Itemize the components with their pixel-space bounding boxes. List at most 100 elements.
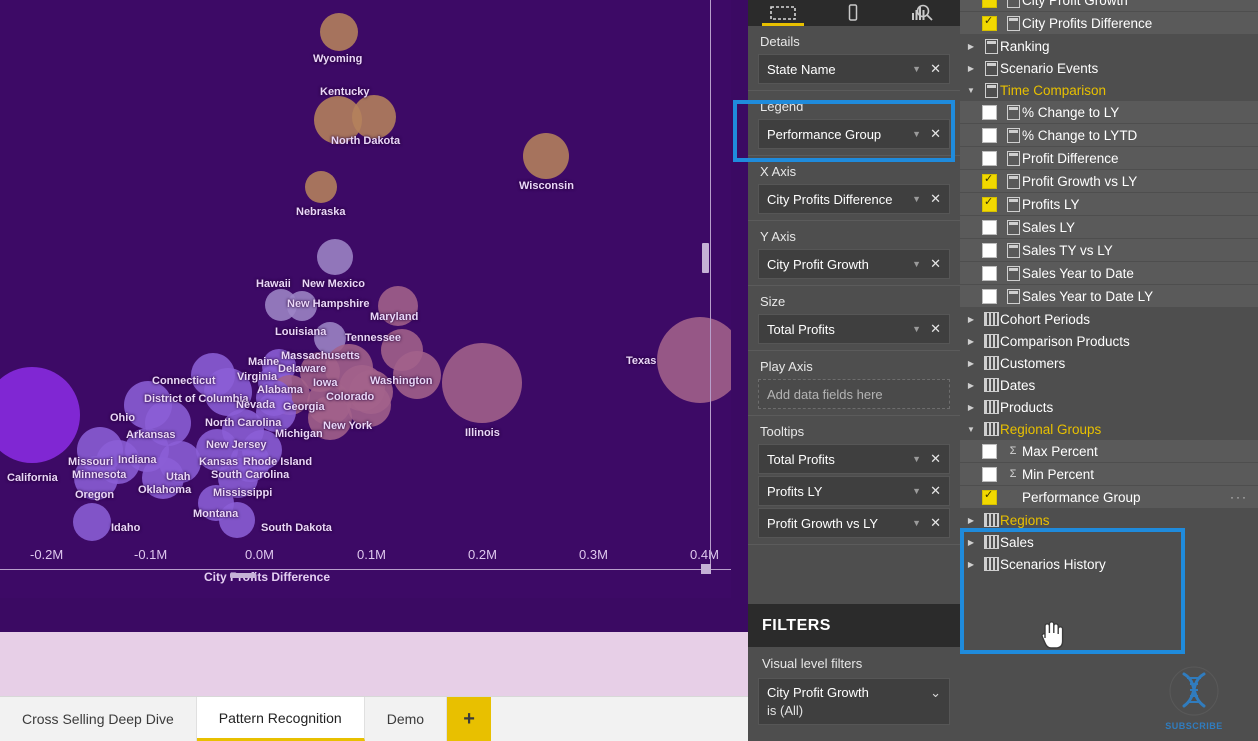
chevron-down-icon[interactable]: ▼: [905, 518, 928, 528]
field-list-item-regional-groups[interactable]: ▼ Regional Groups: [960, 418, 1258, 440]
field-checkbox[interactable]: [982, 150, 997, 166]
chevron-down-icon[interactable]: ▼: [905, 259, 928, 269]
field-chip[interactable]: City Profit Growth ▼ ✕: [758, 249, 950, 279]
chevron-down-icon[interactable]: ▼: [905, 129, 928, 139]
remove-field-icon[interactable]: ✕: [928, 191, 949, 207]
chevron-down-icon[interactable]: ▼: [905, 194, 928, 204]
field-drop-zone[interactable]: Add data fields here: [758, 379, 950, 409]
chevron-down-icon[interactable]: ⌄: [930, 685, 941, 701]
tab-format[interactable]: [818, 0, 888, 26]
field-list-item-dates[interactable]: ▶ Dates: [960, 374, 1258, 396]
bubble-point[interactable]: [352, 95, 396, 139]
field-list-item-ranking[interactable]: ▶ Ranking: [960, 35, 1258, 57]
filter-card-city-profit-growth[interactable]: City Profit Growth is (All) ⌄: [758, 678, 950, 725]
field-checkbox[interactable]: [982, 0, 997, 8]
field-chip[interactable]: City Profits Difference ▼ ✕: [758, 184, 950, 214]
field-checkbox[interactable]: [982, 288, 997, 304]
field-list-item-sales-ty-vs-ly[interactable]: Sales TY vs LY: [960, 239, 1258, 262]
field-chip[interactable]: Total Profits ▼ ✕: [758, 444, 950, 474]
field-list-item-products[interactable]: ▶ Products: [960, 396, 1258, 418]
remove-field-icon[interactable]: ✕: [928, 515, 949, 531]
page-tab-cross-selling-deep-dive[interactable]: Cross Selling Deep Dive: [0, 697, 197, 741]
chevron-right-icon[interactable]: ▶: [960, 560, 982, 569]
field-list-item-sales-ly[interactable]: Sales LY: [960, 216, 1258, 239]
field-checkbox[interactable]: [982, 466, 997, 482]
field-list-item-profit-difference[interactable]: Profit Difference: [960, 147, 1258, 170]
chevron-right-icon[interactable]: ▶: [960, 403, 982, 412]
bubble-point[interactable]: [523, 133, 569, 179]
chevron-right-icon[interactable]: ▶: [960, 337, 982, 346]
bubble-point[interactable]: [657, 317, 731, 403]
field-list-item-change-to-lytd[interactable]: % Change to LYTD: [960, 124, 1258, 147]
field-list-item-min-percent[interactable]: Σ Min Percent: [960, 463, 1258, 486]
chevron-down-icon[interactable]: ▼: [960, 86, 982, 95]
chevron-down-icon[interactable]: ▼: [905, 324, 928, 334]
tab-fields[interactable]: [748, 0, 818, 26]
chevron-right-icon[interactable]: ▶: [960, 64, 982, 73]
field-list-item-sales-year-to-date-ly[interactable]: Sales Year to Date LY: [960, 285, 1258, 308]
field-checkbox[interactable]: [982, 219, 997, 235]
horizontal-scrollbar-thumb[interactable]: [230, 573, 256, 578]
chevron-down-icon[interactable]: ▼: [905, 486, 928, 496]
bubble-point[interactable]: [305, 171, 337, 203]
chevron-right-icon[interactable]: ▶: [960, 516, 982, 525]
field-chip[interactable]: Performance Group ▼ ✕: [758, 119, 950, 149]
scatter-chart-visual[interactable]: Wyoming Kentucky North Dakota Wisconsin Nebr…: [0, 0, 731, 598]
remove-field-icon[interactable]: ✕: [928, 451, 949, 467]
bubble-point[interactable]: [73, 503, 111, 541]
field-checkbox[interactable]: [982, 104, 997, 120]
add-page-button[interactable]: +: [447, 697, 492, 741]
more-options-icon[interactable]: ···: [1230, 490, 1248, 504]
field-list-item-scenarios-history[interactable]: ▶ Scenarios History: [960, 553, 1258, 575]
field-list-item-change-to-ly[interactable]: % Change to LY: [960, 101, 1258, 124]
bubble-point[interactable]: [0, 367, 80, 463]
field-list-item-sales-year-to-date[interactable]: Sales Year to Date: [960, 262, 1258, 285]
tab-analytics[interactable]: [888, 0, 958, 26]
bubble-point[interactable]: [317, 239, 353, 275]
field-chip[interactable]: Profits LY ▼ ✕: [758, 476, 950, 506]
vertical-scrollbar-thumb[interactable]: [702, 243, 709, 273]
field-list-item-scenario-events[interactable]: ▶ Scenario Events: [960, 57, 1258, 79]
field-list-item-city-profits-difference[interactable]: City Profits Difference: [960, 12, 1258, 35]
field-checkbox[interactable]: [982, 242, 997, 258]
chevron-right-icon[interactable]: ▶: [960, 315, 982, 324]
page-tab-pattern-recognition[interactable]: Pattern Recognition: [196, 697, 365, 741]
chevron-right-icon[interactable]: ▶: [960, 359, 982, 368]
remove-field-icon[interactable]: ✕: [928, 61, 949, 77]
vertical-scrollbar-track[interactable]: [703, 0, 709, 570]
field-list-item-time-comparison[interactable]: ▼ Time Comparison: [960, 79, 1258, 101]
field-chip[interactable]: State Name ▼ ✕: [758, 54, 950, 84]
chevron-down-icon[interactable]: ▼: [960, 425, 982, 434]
field-list-item-cohort-periods[interactable]: ▶ Cohort Periods: [960, 308, 1258, 330]
remove-field-icon[interactable]: ✕: [928, 256, 949, 272]
field-list-item-profit-growth-vs-ly[interactable]: Profit Growth vs LY: [960, 170, 1258, 193]
remove-field-icon[interactable]: ✕: [928, 126, 949, 142]
field-list-item-comparison-products[interactable]: ▶ Comparison Products: [960, 330, 1258, 352]
remove-field-icon[interactable]: ✕: [928, 321, 949, 337]
field-checkbox[interactable]: [982, 488, 997, 505]
chevron-down-icon[interactable]: ▼: [905, 64, 928, 74]
bubble-point[interactable]: [442, 343, 522, 423]
bubble-point[interactable]: [320, 13, 358, 51]
field-checkbox[interactable]: [982, 127, 997, 143]
field-checkbox[interactable]: [982, 172, 997, 189]
field-list-item-max-percent[interactable]: Σ Max Percent: [960, 440, 1258, 463]
field-checkbox[interactable]: [982, 195, 997, 212]
field-checkbox[interactable]: [982, 265, 997, 281]
chevron-right-icon[interactable]: ▶: [960, 381, 982, 390]
remove-field-icon[interactable]: ✕: [928, 483, 949, 499]
field-list-item-regions[interactable]: ▶ Regions: [960, 509, 1258, 531]
field-checkbox[interactable]: [982, 14, 997, 31]
chevron-right-icon[interactable]: ▶: [960, 538, 982, 547]
chevron-down-icon[interactable]: ▼: [905, 454, 928, 464]
field-list-item-customers[interactable]: ▶ Customers: [960, 352, 1258, 374]
field-list-item-sales[interactable]: ▶ Sales: [960, 531, 1258, 553]
field-list-item-city-profit-growth[interactable]: City Profit Growth: [960, 0, 1258, 12]
field-list-item-profits-ly[interactable]: Profits LY: [960, 193, 1258, 216]
chevron-right-icon[interactable]: ▶: [960, 42, 982, 51]
field-list-item-performance-group[interactable]: Performance Group ···: [960, 486, 1258, 509]
field-chip[interactable]: Total Profits ▼ ✕: [758, 314, 950, 344]
field-checkbox[interactable]: [982, 443, 997, 459]
page-tab-demo[interactable]: Demo: [364, 697, 448, 741]
field-chip[interactable]: Profit Growth vs LY ▼ ✕: [758, 508, 950, 538]
